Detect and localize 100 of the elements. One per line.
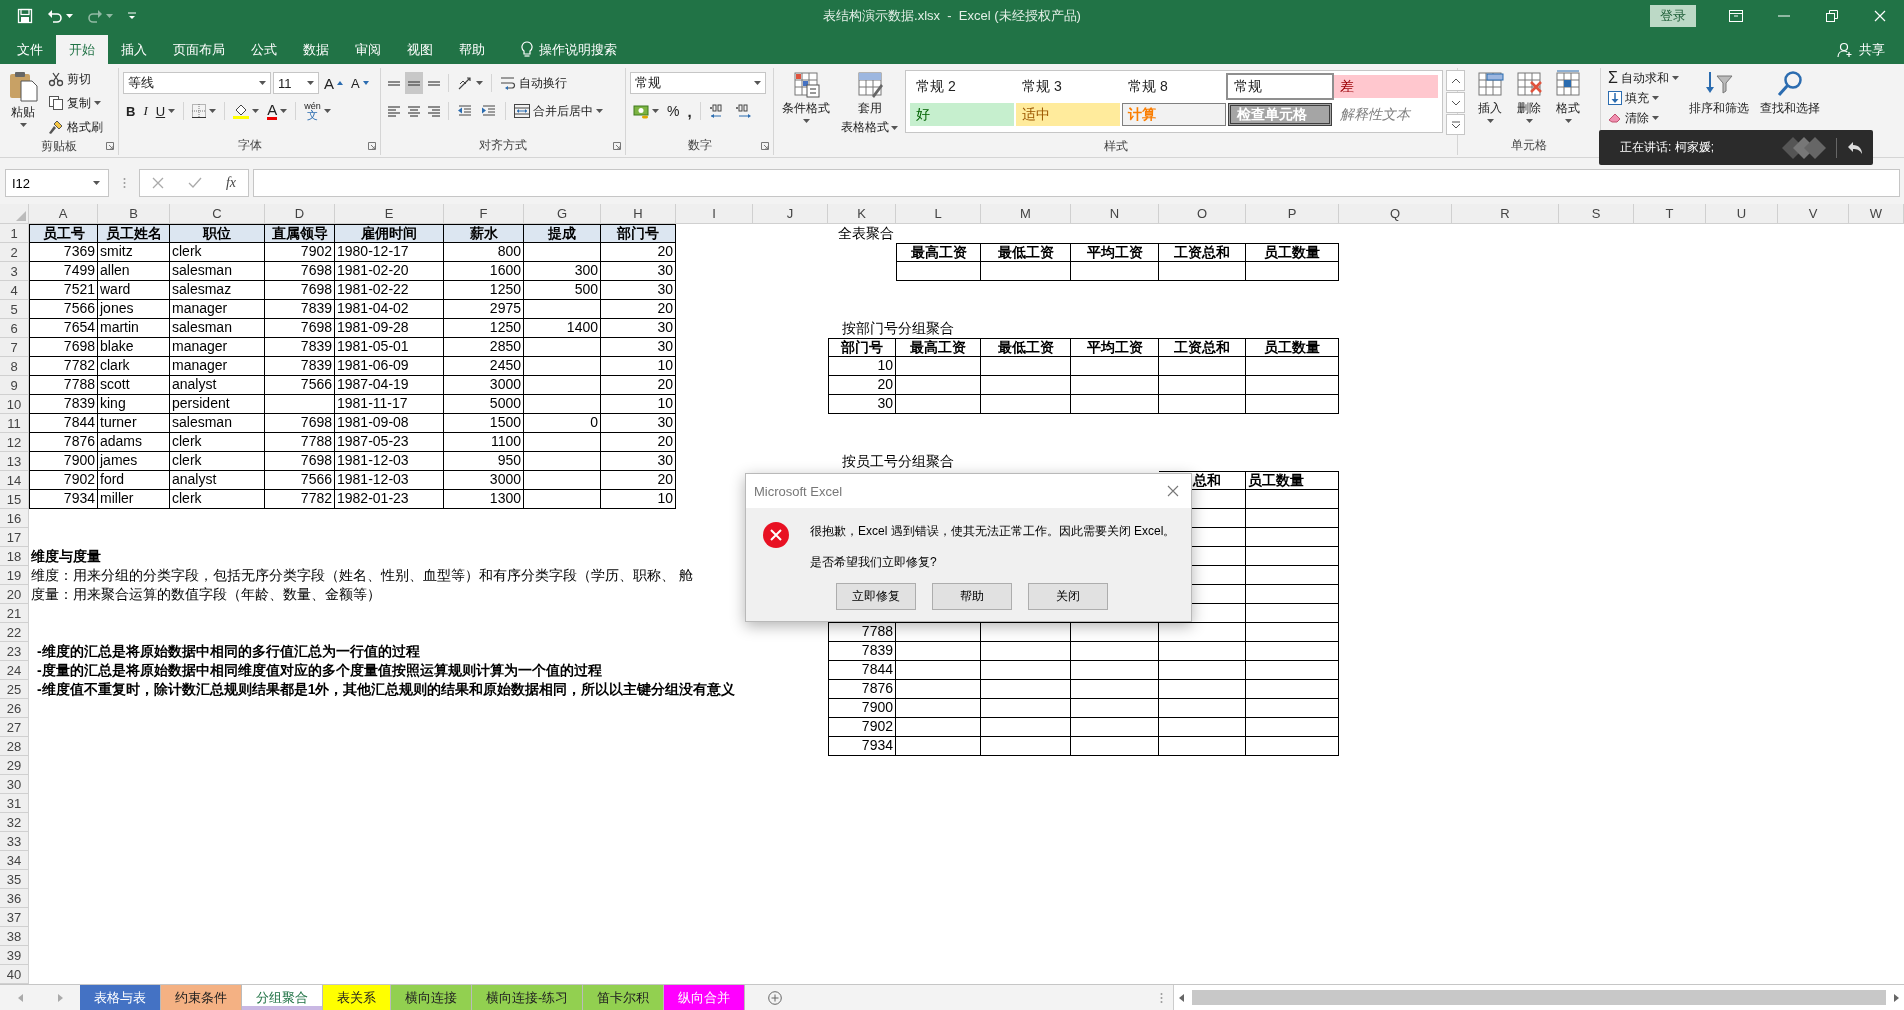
row-header[interactable]: 29 [0, 756, 29, 775]
cell-style-item[interactable]: 常规 3 [1016, 75, 1120, 98]
column-header[interactable]: S [1559, 204, 1634, 224]
row-header[interactable]: 32 [0, 813, 29, 832]
row-header[interactable]: 27 [0, 718, 29, 737]
row-header[interactable]: 12 [0, 433, 29, 452]
more-styles-button[interactable] [1446, 114, 1465, 135]
row-header[interactable]: 4 [0, 281, 29, 300]
horizontal-scrollbar[interactable] [1173, 985, 1904, 1010]
dialog-button[interactable]: 立即修复 [836, 583, 916, 610]
wrap-text-button[interactable]: 自动换行 [497, 72, 570, 94]
scroll-up-button[interactable] [1446, 70, 1465, 91]
middle-align-button[interactable] [405, 72, 423, 94]
row-header[interactable]: 5 [0, 300, 29, 319]
column-header[interactable]: D [265, 204, 335, 224]
merge-center-button[interactable]: 合并后居中 [511, 100, 606, 122]
column-header[interactable]: R [1452, 204, 1559, 224]
row-header[interactable]: 33 [0, 832, 29, 851]
fill-button[interactable]: 填充 [1605, 88, 1682, 108]
cell-style-item[interactable]: 常规 [1228, 75, 1332, 98]
row-header[interactable]: 13 [0, 452, 29, 471]
row-header[interactable]: 10 [0, 395, 29, 414]
scroll-down-button[interactable] [1446, 92, 1465, 113]
font-size-field[interactable]: 11 [273, 72, 319, 94]
column-header[interactable]: C [170, 204, 265, 224]
column-header[interactable]: K [828, 204, 896, 224]
ribbon-tab[interactable]: 插入 [108, 35, 160, 64]
cell-style-item[interactable]: 差 [1334, 75, 1438, 98]
number-format-field[interactable]: 常规 [630, 72, 766, 94]
italic-button[interactable]: I [140, 100, 151, 122]
font-name-field[interactable]: 等线 [123, 72, 271, 94]
column-header[interactable]: H [601, 204, 676, 224]
row-header[interactable]: 34 [0, 851, 29, 870]
cut-button[interactable]: 剪切 [45, 68, 106, 90]
column-header[interactable]: U [1706, 204, 1778, 224]
column-header[interactable]: F [444, 204, 524, 224]
ribbon-tab[interactable]: 文件 [4, 35, 56, 64]
cell-style-item[interactable]: 常规 2 [910, 75, 1014, 98]
conditional-format-button[interactable]: 条件格式 [778, 68, 834, 138]
dialog-button[interactable]: 帮助 [932, 583, 1012, 610]
column-header[interactable]: T [1634, 204, 1706, 224]
paste-button[interactable]: 粘贴 [4, 68, 42, 138]
row-header[interactable]: 15 [0, 490, 29, 509]
row-header[interactable]: 28 [0, 737, 29, 756]
sheet-tab[interactable]: 约束条件 [161, 985, 242, 1010]
column-header[interactable]: P [1246, 204, 1339, 224]
sheet-tab[interactable]: 表关系 [323, 985, 391, 1010]
decrease-font-size-button[interactable]: A [348, 72, 372, 94]
sheet-tab[interactable]: 横向连接 [391, 985, 472, 1010]
percent-button[interactable]: % [664, 100, 683, 122]
row-header[interactable]: 6 [0, 319, 29, 338]
row-header[interactable]: 20 [0, 585, 29, 604]
name-box[interactable]: I12 [5, 169, 109, 197]
cell-style-item[interactable]: 解释性文本 [1334, 103, 1438, 126]
cell-style-item[interactable]: 好 [910, 103, 1014, 126]
row-header[interactable]: 35 [0, 870, 29, 889]
row-header[interactable]: 31 [0, 794, 29, 813]
column-header[interactable]: G [524, 204, 601, 224]
column-header[interactable]: B [98, 204, 170, 224]
row-header[interactable]: 16 [0, 509, 29, 528]
clear-button[interactable]: 清除 [1605, 108, 1682, 128]
column-header[interactable]: V [1778, 204, 1849, 224]
row-header[interactable]: 8 [0, 357, 29, 376]
row-header[interactable]: 3 [0, 262, 29, 281]
column-header[interactable]: N [1071, 204, 1159, 224]
ribbon-tab[interactable]: 公式 [238, 35, 290, 64]
sheet-tab[interactable]: 笛卡尔积 [583, 985, 665, 1010]
row-header[interactable]: 26 [0, 699, 29, 718]
format-as-table-button[interactable]: 套用 表格格式 [837, 68, 902, 138]
cell-style-item[interactable]: 适中 [1016, 103, 1120, 126]
sheet-tab[interactable]: 表格与表 [80, 985, 161, 1010]
column-header[interactable]: L [896, 204, 981, 224]
share-button[interactable]: 共享 [1824, 35, 1898, 64]
bold-button[interactable]: B [123, 100, 139, 122]
column-header[interactable]: J [753, 204, 828, 224]
row-header[interactable]: 7 [0, 338, 29, 357]
increase-font-size-button[interactable]: A [321, 72, 346, 94]
format-cells-button[interactable]: 格式 [1550, 68, 1586, 137]
ribbon-tab[interactable]: 视图 [394, 35, 446, 64]
row-header[interactable]: 40 [0, 965, 29, 984]
column-header[interactable]: M [981, 204, 1071, 224]
row-header[interactable]: 30 [0, 775, 29, 794]
column-header[interactable]: Q [1339, 204, 1452, 224]
find-select-button[interactable]: 查找和选择 [1755, 68, 1824, 155]
row-header[interactable]: 23 [0, 642, 29, 661]
row-header[interactable]: 38 [0, 927, 29, 946]
dialog-button[interactable]: 关闭 [1028, 583, 1108, 610]
row-header[interactable]: 24 [0, 661, 29, 680]
copy-button[interactable]: 复制 [45, 92, 106, 114]
row-header[interactable]: 37 [0, 908, 29, 927]
comma-style-button[interactable]: , [684, 100, 695, 122]
row-header[interactable]: 21 [0, 604, 29, 623]
ribbon-tab[interactable]: 数据 [290, 35, 342, 64]
ribbon-tab[interactable]: 页面布局 [160, 35, 238, 64]
row-header[interactable]: 9 [0, 376, 29, 395]
sign-in-button[interactable]: 登录 [1650, 5, 1696, 27]
underline-button[interactable]: U [152, 100, 179, 122]
row-header[interactable]: 14 [0, 471, 29, 490]
tell-me-search[interactable]: 操作说明搜索 [508, 35, 630, 64]
ribbon-tab[interactable]: 审阅 [342, 35, 394, 64]
